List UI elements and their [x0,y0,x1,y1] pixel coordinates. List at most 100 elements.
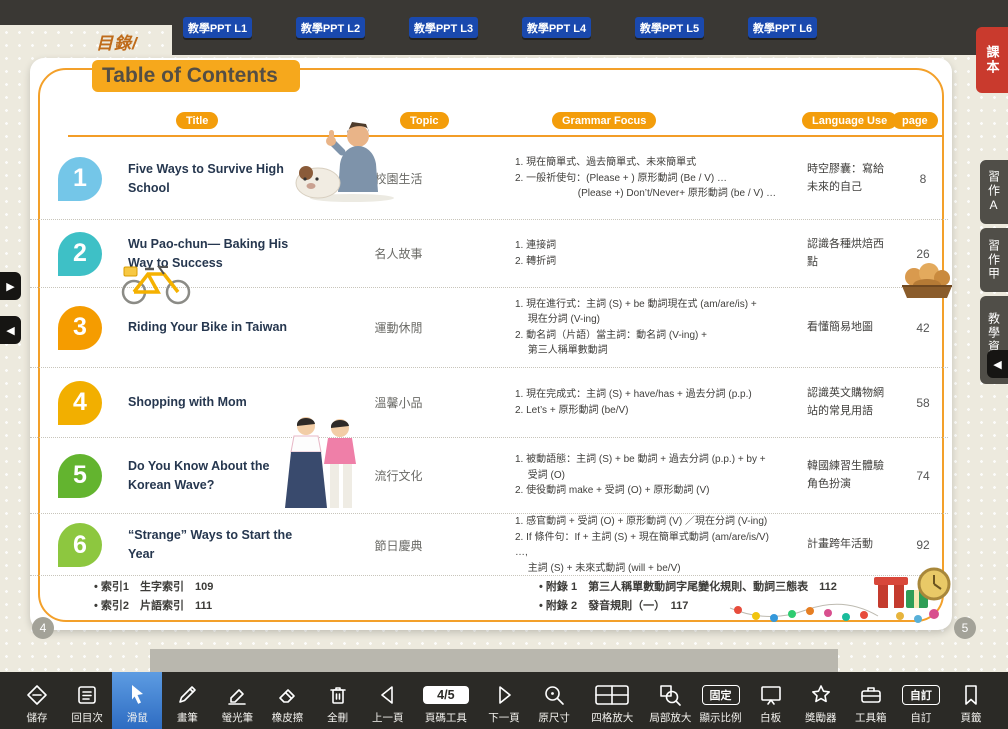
unit-topic: 溫馨小品 [358,394,473,411]
page-title: Table of Contents [92,60,300,92]
toolbar-label: 畫筆 [177,710,198,725]
unit-language-use: 韓國練習生體驗角色扮演 [783,458,898,492]
toolbar-label: 上一頁 [372,710,404,725]
ppt-button-l1[interactable]: 教學PPT L1 [183,17,252,38]
book-page: Table of Contents Title Topic Grammar Fo… [30,58,952,630]
column-header-grammar-focus: Grammar Focus [552,112,656,129]
toolbar-button-delete-all[interactable]: 全刪 [313,672,363,729]
ratio-fixed-chip: 固定 [702,685,740,705]
index-item: • 索引2 片語索引 111 [94,597,424,616]
toolbar-label: 滑鼠 [127,710,148,725]
trash-icon [326,681,350,708]
tab-textbook[interactable]: 課本 [976,27,1008,93]
page-indicator[interactable]: 4/5 [423,686,468,704]
ppt-button-l6[interactable]: 教學PPT L6 [748,17,817,38]
tab-workbook-a[interactable]: 習作A [980,160,1008,224]
toolbar-button-display-ratio[interactable]: 固定 顯示比例 [695,672,745,729]
ppt-button-l4[interactable]: 教學PPT L4 [522,17,591,38]
toolbar-button-page-tabs[interactable]: 頁籤 [946,672,996,729]
tab-workbook-jia[interactable]: 習作甲 [980,228,1008,292]
unit-language-use: 認識各種烘焙西點 [783,236,898,270]
toolbar-button-mouse[interactable]: 滑鼠 [112,672,162,729]
unit-topic: 流行文化 [358,467,473,484]
page-bottom-shadow [150,649,838,672]
toolbar-button-eraser[interactable]: 橡皮擦 [262,672,312,729]
unit-title: Riding Your Bike in Taiwan [128,318,358,337]
decor-gifts-clock-garland [728,556,954,628]
toolbox-icon [859,681,883,708]
unit-number-badge: 5 [58,454,102,498]
unit-grammar-focus: 1. 現在進行式：主詞 (S) + be 動詞現在式 (am/are/is) +… [473,297,783,359]
toolbar-button-save[interactable]: 儲存 [12,672,62,729]
grammar-line: 1. 感官動詞 + 受詞 (O) + 原形動詞 (V) ／現在分詞 (V-ing… [515,514,783,530]
ppt-button-l2[interactable]: 教學PPT L2 [296,17,365,38]
unit-topic: 運動休閒 [358,319,473,336]
toolbar-label: 頁籤 [960,710,981,725]
save-icon [25,681,49,708]
toolbar-button-next-page[interactable]: 下一頁 [479,672,529,729]
unit-page-number: 92 [898,538,948,552]
toolbar-page-number-tool[interactable]: 4/5 頁碼工具 [413,672,479,729]
toolbar-label: 顯示比例 [700,710,742,725]
eraser-icon [276,681,300,708]
four-grid-icon [594,681,630,708]
unit-language-use: 計畫跨年活動 [783,536,898,553]
toolbar-label: 獎勵器 [805,710,837,725]
grammar-line: 1. 連接詞 [515,238,783,254]
prev-page-icon [376,681,400,708]
toolbar-button-custom[interactable]: 自訂 自訂 [896,672,946,729]
photo-student-thumbsup-with-dog [292,120,400,202]
header-divider-line [68,135,944,137]
unit-grammar-focus: 1. 現在完成式：主詞 (S) + have/has + 過去分詞 (p.p.)… [473,387,783,418]
toolbar-label: 橡皮擦 [272,710,304,725]
cursor-icon [125,681,149,708]
photo-youbike-bicycle [116,254,196,306]
toc-row-unit4: 4 Shopping with Mom 溫馨小品 1. 現在完成式：主詞 (S)… [30,368,948,438]
toc-list-icon [75,681,99,708]
grammar-line: 2. 一般祈使句：(Please + ) 原形動詞 (Be / V) … [515,171,783,187]
unit-number-badge: 6 [58,523,102,567]
column-header-language-use: Language Use [802,112,897,129]
toc-row-unit1: 1 Five Ways to Survive High School 校園生活 … [30,138,948,220]
toolbar-label: 自訂 [910,710,931,725]
toolbar-button-whiteboard[interactable]: 白板 [746,672,796,729]
toolbar-button-reward[interactable]: 獎勵器 [796,672,846,729]
unit-grammar-focus: 1. 連接詞 2. 轉折詞 [473,238,783,269]
left-edge-next-arrow-icon[interactable]: ▶ [0,272,21,300]
ppt-button-l5[interactable]: 教學PPT L5 [635,17,704,38]
toolbar-label: 螢光筆 [222,710,254,725]
collapse-right-arrow-icon[interactable]: ◀ [987,350,1008,378]
grammar-line: 受詞 (O) [515,468,783,484]
toolbar-label: 頁碼工具 [425,710,467,725]
toolbar-button-toolbox[interactable]: 工具箱 [846,672,896,729]
next-page-icon [492,681,516,708]
unit-number-badge: 4 [58,381,102,425]
unit-topic: 節日慶典 [358,537,473,554]
toolbar-button-pen[interactable]: 畫筆 [162,672,212,729]
toolbar-button-four-grid-zoom[interactable]: 四格放大 [579,672,645,729]
photo-bread-basket [898,252,956,302]
magnifier-icon [542,681,566,708]
ppt-button-l3[interactable]: 教學PPT L3 [409,17,478,38]
grammar-line: 1. 現在進行式：主詞 (S) + be 動詞現在式 (am/are/is) + [515,297,783,313]
toolbar-button-area-zoom[interactable]: 局部放大 [645,672,695,729]
grammar-line: 2. 使役動詞 make + 受詞 (O) + 原形動詞 (V) [515,483,783,499]
toolbar-button-original-size[interactable]: 原尺寸 [529,672,579,729]
grammar-line: 2. Let’s + 原形動詞 (be/V) [515,403,783,419]
toolbar-button-prev-page[interactable]: 上一頁 [363,672,413,729]
toolbar-label: 回目次 [71,710,103,725]
unit-page-number: 74 [898,469,948,483]
highlighter-icon [225,681,249,708]
left-edge-prev-arrow-icon[interactable]: ◀ [0,316,21,344]
pen-icon [175,681,199,708]
toolbar-button-back-to-toc[interactable]: 回目次 [62,672,112,729]
toolbar-button-highlighter[interactable]: 螢光筆 [212,672,262,729]
toc-kicker: 目錄/ [96,29,138,54]
unit-language-use: 認識英文購物網站的常見用語 [783,385,898,419]
unit-title: Shopping with Mom [128,393,358,412]
grammar-line: 現在分詞 (V-ing) [515,312,783,328]
ebook-app-window: 教學PPT L1 教學PPT L2 教學PPT L3 教學PPT L4 教學PP… [0,0,1008,729]
toolbar-label: 白板 [760,710,781,725]
grammar-line: (Please +) Don’t/Never+ 原形動詞 (be / V) … [515,186,783,202]
bookmark-icon [959,681,983,708]
